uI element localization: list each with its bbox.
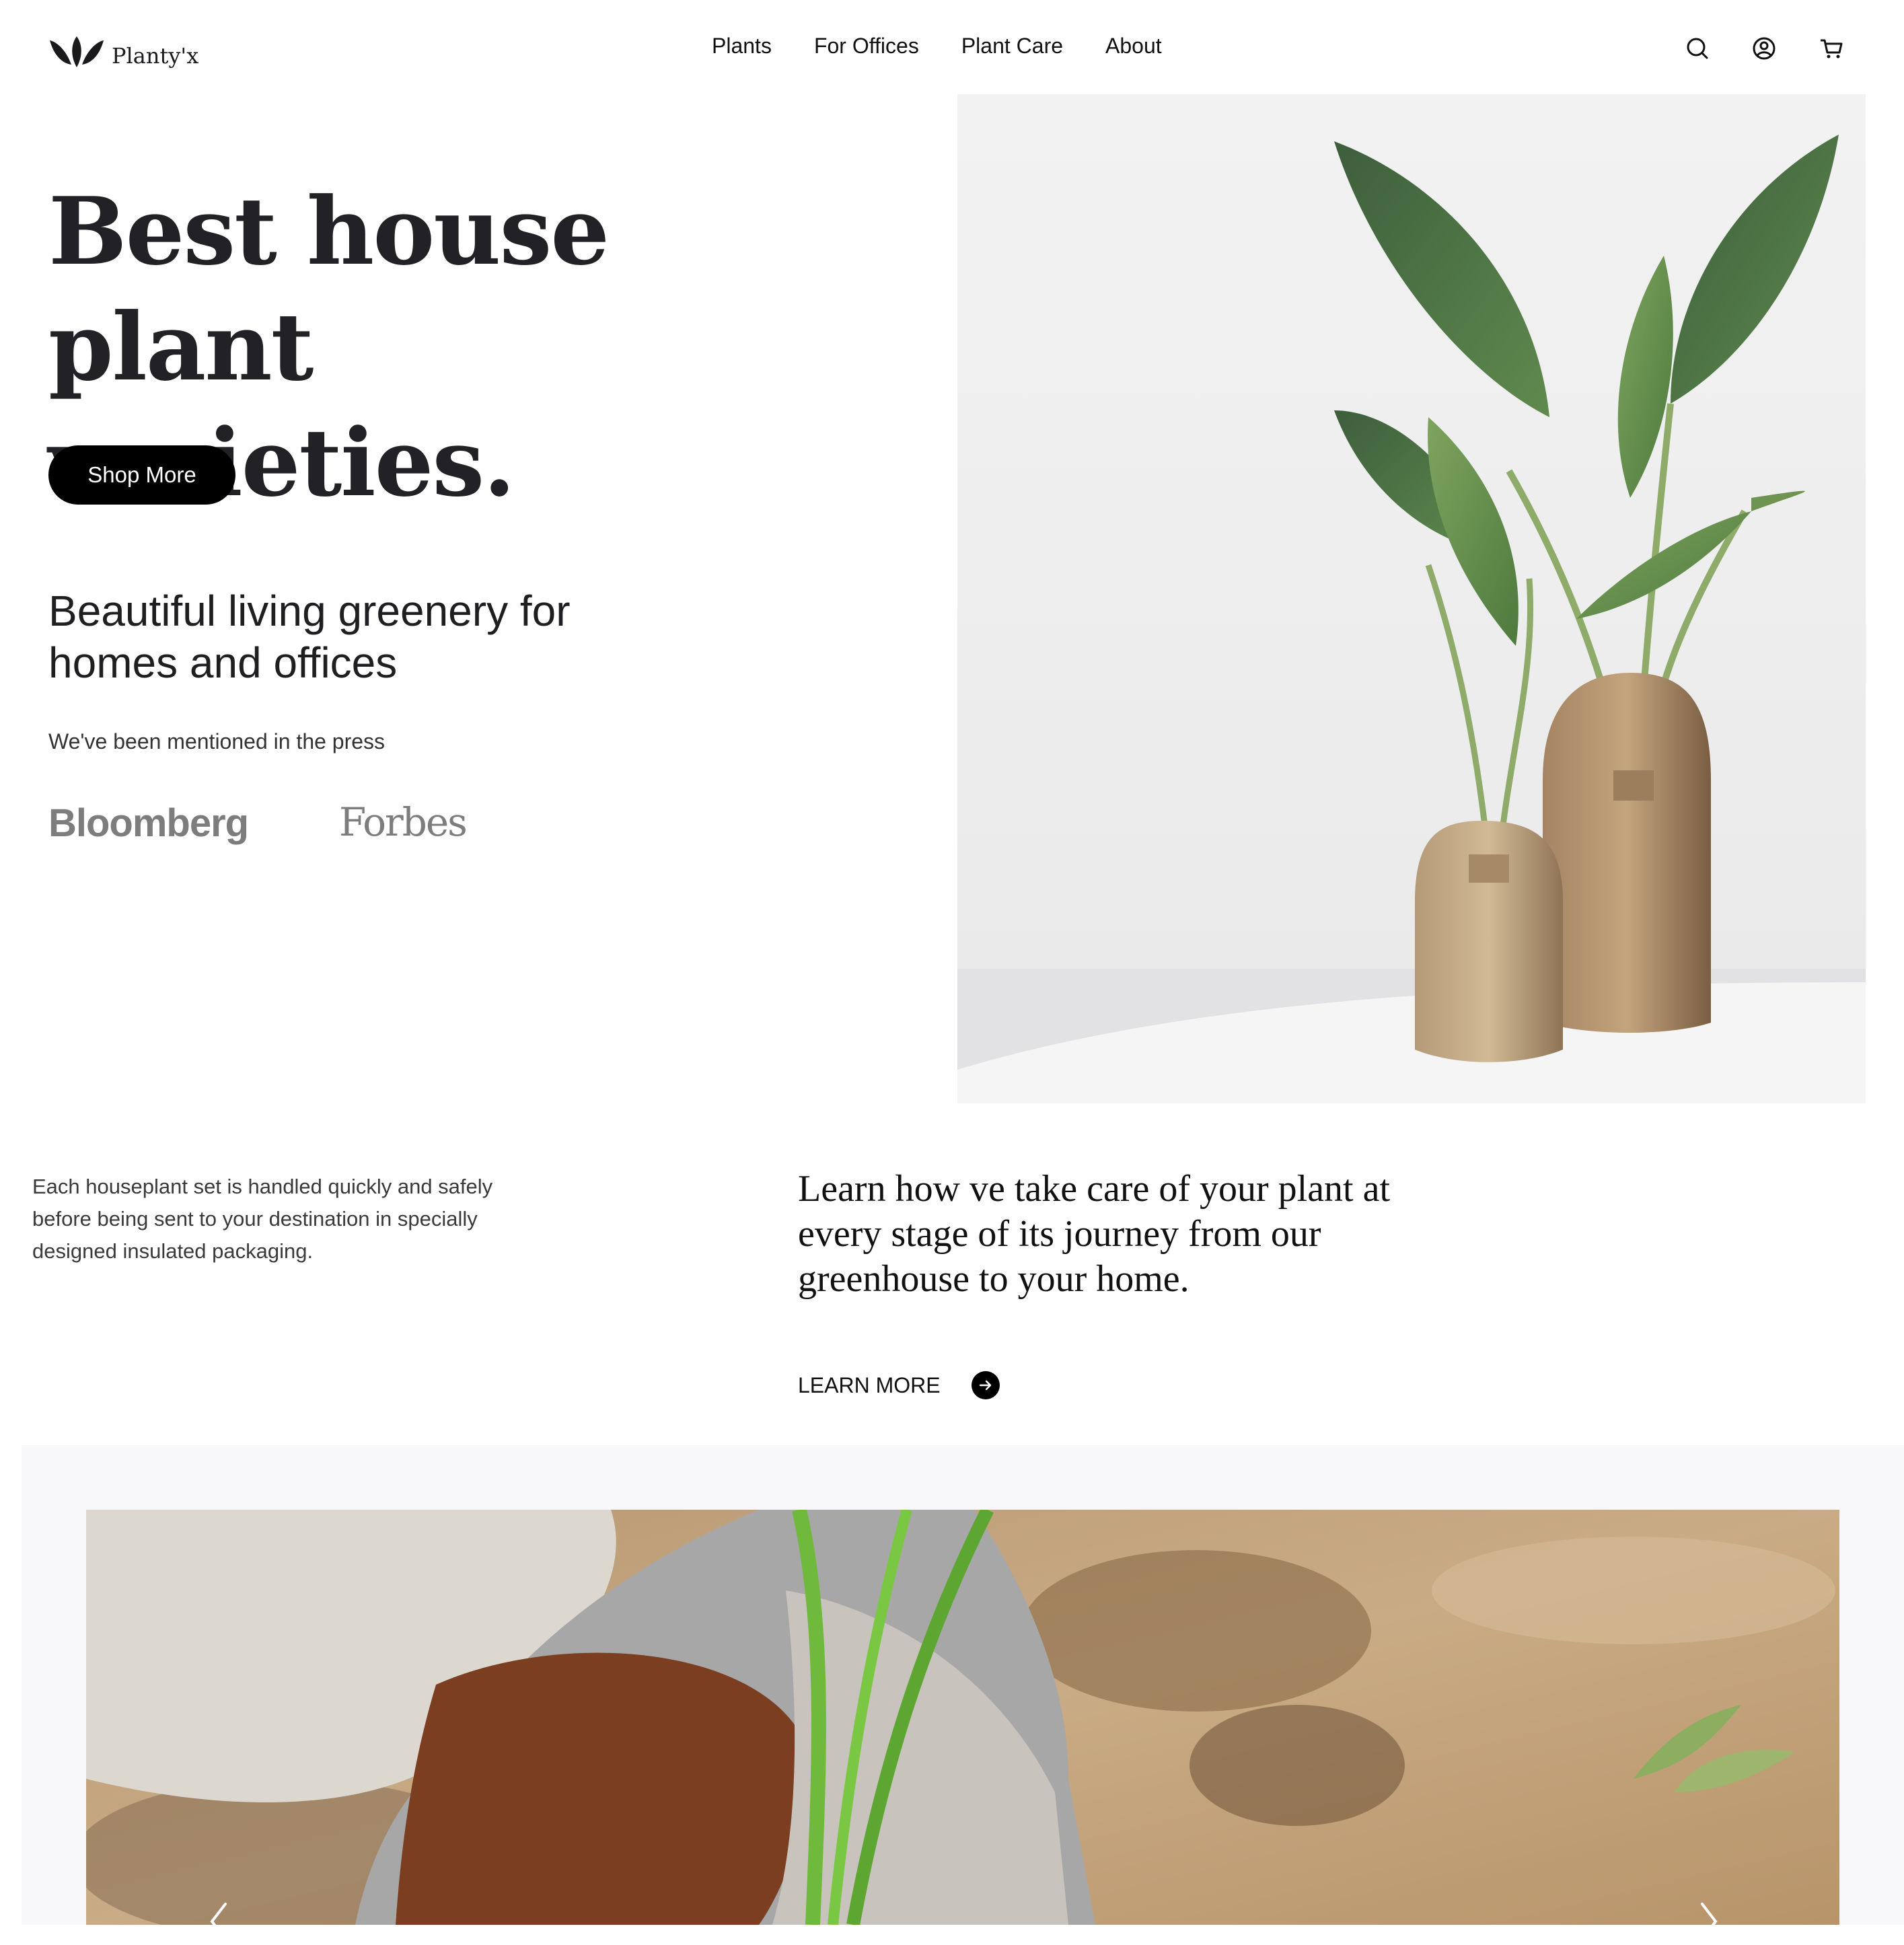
press-logo-bloomberg[interactable]: Bloomberg xyxy=(48,801,249,846)
hero-subtitle: Beautiful living greenery for homes and … xyxy=(48,587,571,687)
nav-plants[interactable]: Plants xyxy=(712,34,772,59)
hero-title-line-1: Best house xyxy=(48,176,610,286)
handling-text: Each houseplant set is handled quickly a… xyxy=(32,1175,493,1263)
learn-more-link[interactable]: LEARN MORE xyxy=(798,1371,1000,1399)
gardening-image xyxy=(86,1510,1839,1925)
nav-for-offices[interactable]: For Offices xyxy=(814,34,919,59)
hero-plant-image xyxy=(957,94,1866,1103)
leaf-logo-icon xyxy=(50,36,104,67)
learn-more-label: LEARN MORE xyxy=(798,1372,941,1397)
gallery-prev-chevron-icon[interactable] xyxy=(205,1901,232,1942)
main-nav: Plants For Offices Plant Care About xyxy=(712,34,1204,59)
shop-more-button[interactable]: Shop More xyxy=(48,445,235,505)
press-logo-forbes[interactable]: Forbes xyxy=(339,799,468,845)
gallery-next-chevron-icon[interactable] xyxy=(1695,1901,1722,1942)
user-icon[interactable] xyxy=(1751,35,1778,62)
brand-name: Planty'x xyxy=(112,43,199,69)
arrow-right-icon xyxy=(971,1371,1000,1399)
brand-logo[interactable]: Planty'x xyxy=(48,27,203,70)
learn-heading: Learn how ve take care of your plant at … xyxy=(798,1168,1391,1300)
search-icon[interactable] xyxy=(1684,35,1711,62)
cart-icon[interactable] xyxy=(1818,35,1845,62)
press-label: We've been mentioned in the press xyxy=(48,729,386,754)
nav-about[interactable]: About xyxy=(1105,34,1162,59)
nav-plant-care[interactable]: Plant Care xyxy=(961,34,1063,59)
